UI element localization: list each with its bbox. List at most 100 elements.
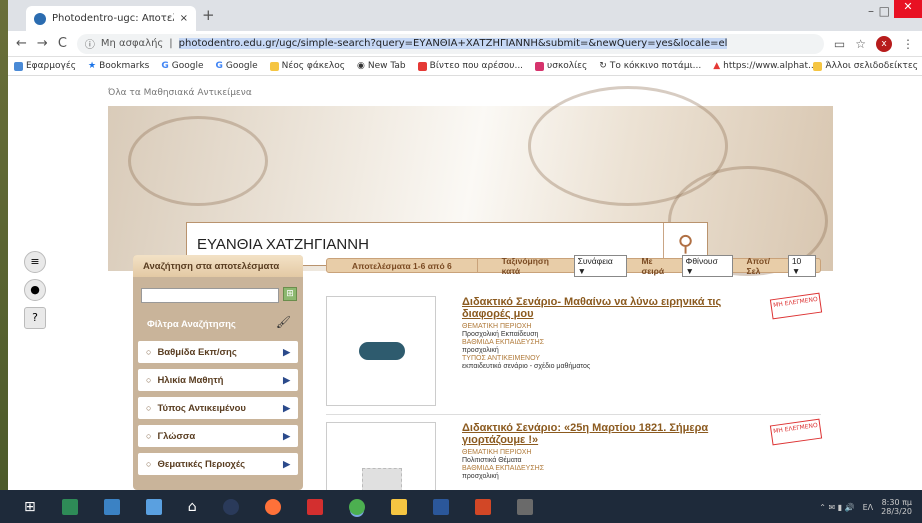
unreviewed-stamp: ΜΗ ΕΛΕΓΜΕΝΟ xyxy=(769,292,823,320)
filter-object-type[interactable]: ○ Τύπος Αντικειμένου ▶ xyxy=(138,397,298,419)
bookmark-google[interactable]: G Google xyxy=(161,61,203,71)
info-icon[interactable]: ⓘ xyxy=(85,36,95,51)
paint-icon[interactable] xyxy=(516,498,533,515)
language-indicator[interactable]: ΕΛ xyxy=(863,503,874,512)
url-field[interactable]: ⓘ Μη ασφαλής | photodentro.edu.gr/ugc/si… xyxy=(76,33,824,54)
monitor-icon[interactable] xyxy=(145,498,162,515)
bookmark-google-2[interactable]: G Google xyxy=(216,61,258,71)
clock[interactable]: 8:30 πμ 28/3/20 xyxy=(881,498,912,516)
folder-icon xyxy=(269,61,279,71)
globe-icon: ◉ xyxy=(357,61,365,71)
arrow-right-icon: ▶ xyxy=(283,346,290,357)
brush-stroke xyxy=(128,116,268,206)
profile-avatar[interactable]: x xyxy=(876,35,892,52)
new-tab-button[interactable]: + xyxy=(202,6,215,24)
google-icon: G xyxy=(215,61,223,71)
bookmark-other[interactable]: Άλλοι σελιδοδείκτες xyxy=(813,61,918,71)
filter-student-age[interactable]: ○ Ηλικία Μαθητή ▶ xyxy=(138,369,298,391)
page-content: ≡ ● ? Όλα τα Μαθησιακά Αντικείμενα ΕΥΑΝΘ… xyxy=(8,76,922,490)
bookmark-new-tab[interactable]: ◉ New Tab xyxy=(357,61,406,71)
result-title-link[interactable]: Διδακτικό Σενάριο: «25η Μαρτίου 1821. Σή… xyxy=(462,422,762,446)
bookmark-bookmarks[interactable]: ★ Bookmarks xyxy=(88,61,149,71)
result-metadata: ΘΕΜΑΤΙΚΗ ΠΕΡΙΟΧΗ Προσχολική Εκπαίδευση Β… xyxy=(462,323,591,370)
globe-icon[interactable]: ● xyxy=(24,279,46,301)
alphat-icon: ▲ xyxy=(713,61,721,71)
refine-search-input[interactable] xyxy=(141,288,279,303)
forward-icon[interactable]: → xyxy=(37,36,48,51)
taskbar: ⊞ ⌂ xyxy=(0,490,922,523)
bullet-icon: ○ xyxy=(146,375,152,385)
brush-icon: 🖌 xyxy=(275,315,291,329)
browser-tab[interactable]: Photodentro-ugc: Αποτελέσματ × xyxy=(26,6,196,31)
youtube-icon xyxy=(417,61,427,71)
result-thumbnail[interactable] xyxy=(326,422,436,490)
star-icon: ★ xyxy=(87,61,97,71)
arrow-right-icon: ▶ xyxy=(283,374,290,385)
result-divider xyxy=(326,414,821,415)
windows-start-icon[interactable]: ⊞ xyxy=(24,499,36,515)
back-icon[interactable]: ← xyxy=(16,36,27,51)
swirl-icon: ↻ xyxy=(599,61,607,71)
unreviewed-stamp: ΜΗ ΕΛΕΓΜΕΝΟ xyxy=(769,418,823,446)
url-text[interactable]: photodentro.edu.gr/ugc/simple-search?que… xyxy=(178,38,728,49)
quiz-icon[interactable]: ? xyxy=(24,307,46,329)
word-icon[interactable] xyxy=(432,498,449,515)
bullet-icon: ○ xyxy=(146,459,152,469)
app-icon-3[interactable] xyxy=(222,498,239,515)
firefox-icon[interactable] xyxy=(264,498,281,515)
bookmark-apps[interactable]: Εφαρμογές xyxy=(14,61,76,71)
minimize-icon[interactable]: – xyxy=(868,4,874,18)
maximize-icon[interactable]: □ xyxy=(879,4,890,18)
thumbnail-image xyxy=(362,468,402,490)
bookmarks-bar: Εφαρμογές ★ Bookmarks G Google G Google Νέο… xyxy=(8,57,922,76)
bookmark-folder[interactable]: Νέος φάκελος xyxy=(269,61,345,71)
filter-education-level[interactable]: ○ Βαθμίδα Εκπ/σης ▶ xyxy=(138,341,298,363)
security-label: Μη ασφαλής xyxy=(100,38,164,49)
result-thumbnail[interactable] xyxy=(326,296,436,406)
arrow-right-icon: ▶ xyxy=(283,458,290,469)
filter-language[interactable]: ○ Γλώσσα ▶ xyxy=(138,425,298,447)
star-icon[interactable]: ☆ xyxy=(855,37,866,51)
app-icon-1[interactable] xyxy=(61,498,78,515)
reload-icon[interactable]: C xyxy=(58,36,67,51)
search-input[interactable]: ΕΥΑΝΘΙΑ ΧΑΤΖΗΓΙΑΝΝΗ xyxy=(187,236,663,253)
close-window-icon[interactable]: ✕ xyxy=(894,0,922,18)
bookmark-videos[interactable]: Βίντεο που αρέσου... xyxy=(417,61,523,71)
chrome-icon[interactable] xyxy=(348,498,365,515)
powerpoint-icon[interactable] xyxy=(474,498,491,515)
bookmark-difficulties[interactable]: υσκολίες xyxy=(535,61,587,71)
app-icon-2[interactable] xyxy=(103,498,120,515)
arrow-right-icon: ▶ xyxy=(283,402,290,413)
file-explorer-icon[interactable] xyxy=(390,498,407,515)
filter-sidebar: Αναζήτηση στα αποτελέσματα ⊞ Φίλτρα Αναζ… xyxy=(133,255,303,490)
bookmark-alphat[interactable]: ▲ https://www.alphat... xyxy=(713,61,816,71)
cast-icon[interactable]: ▭ xyxy=(834,37,845,51)
home-icon[interactable]: ⌂ xyxy=(188,499,197,515)
order-label: Με σειρά xyxy=(641,255,665,276)
tray-icons[interactable]: ⌃ ✉ ▮ 🔊 xyxy=(819,503,854,512)
filter-subject-areas[interactable]: ○ Θεματικές Περιοχές ▶ xyxy=(138,453,298,475)
bullet-icon: ○ xyxy=(146,403,152,413)
side-toolbar: ≡ ● ? xyxy=(24,251,46,329)
bookmark-red-river[interactable]: ↻ Το κόκκινο ποτάμι... xyxy=(599,61,701,71)
tab-title: Photodentro-ugc: Αποτελέσματ xyxy=(52,13,174,24)
result-title-link[interactable]: Διδακτικό Σενάριο- Μαθαίνω να λύνω ειρην… xyxy=(462,296,762,320)
app-icon-4[interactable] xyxy=(306,498,323,515)
thumbnail-image xyxy=(359,342,405,360)
order-select[interactable]: Φθίνουσ ▼ xyxy=(681,254,733,277)
search-in-results-heading: Αναζήτηση στα αποτελέσματα xyxy=(133,255,303,277)
results-toolbar: Αποτελέσματα 1-6 από 6 Ταξινόμηση κατά Σ… xyxy=(326,254,821,277)
result-metadata: ΘΕΜΑΤΙΚΗ ΠΕΡΙΟΧΗ Πολιτιστικά Θέματα ΒΑΘΜ… xyxy=(462,449,545,480)
address-bar: ← → C ⓘ Μη ασφαλής | photodentro.edu.gr/… xyxy=(8,31,922,57)
tab-close-icon[interactable]: × xyxy=(180,13,188,24)
per-page-label: Αποτ/Σελ xyxy=(746,255,771,276)
sort-select[interactable]: Συνάφεια ▼ xyxy=(573,254,628,277)
notes-icon[interactable]: ≡ xyxy=(24,251,46,273)
refine-search-button[interactable]: ⊞ xyxy=(283,287,297,301)
sort-label: Ταξινόμηση κατά xyxy=(501,255,549,276)
page-icon xyxy=(535,61,545,71)
per-page-select[interactable]: 10 ▼ xyxy=(787,254,816,277)
breadcrumb[interactable]: Όλα τα Μαθησιακά Αντικείμενα xyxy=(108,88,252,98)
filters-title: Φίλτρα Αναζήτησης xyxy=(147,319,236,330)
menu-icon[interactable]: ⋮ xyxy=(902,37,914,51)
